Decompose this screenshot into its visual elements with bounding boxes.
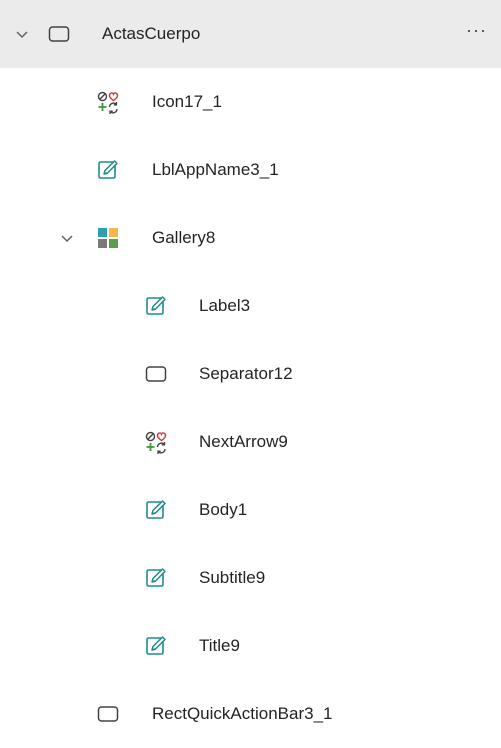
label-edit-icon	[98, 160, 118, 179]
tree-row-icon17-1[interactable]: Icon17_1	[0, 68, 501, 136]
tree-row-label: Body1	[199, 500, 248, 519]
tree-row-label: Separator12	[199, 364, 293, 383]
tree-row-lblappname3-1[interactable]: LblAppName3_1	[0, 136, 501, 204]
tree-row-title9[interactable]: Title9	[0, 612, 501, 680]
chevron-down-icon[interactable]	[15, 30, 29, 40]
label-edit-icon	[146, 296, 166, 315]
rectangle-icon	[97, 706, 119, 722]
label-edit-icon	[146, 636, 166, 655]
more-options-icon[interactable]: ···	[466, 20, 487, 41]
tree-row-label: LblAppName3_1	[152, 160, 279, 179]
tree-row-subtitle9[interactable]: Subtitle9	[0, 544, 501, 612]
tree-row-label: Title9	[199, 636, 240, 655]
tree-row-label: Gallery8	[152, 228, 216, 247]
tree-row-label: ActasCuerpo	[102, 24, 201, 43]
rectangle-icon	[145, 366, 167, 382]
tree-row-label: Label3	[199, 296, 251, 315]
tree-row-label3[interactable]: Label3	[0, 272, 501, 340]
tree-row-nextarrow9[interactable]: NextArrow9	[0, 408, 501, 476]
tree-view: ActasCuerpo ··· Icon17_1 LblAppName3_1 Gal…	[0, 0, 501, 742]
label-edit-icon	[146, 568, 166, 587]
tree-row-body1[interactable]: Body1	[0, 476, 501, 544]
icon-control-icon	[97, 91, 119, 114]
tree-row-rectquickactionbar3-1[interactable]: RectQuickActionBar3_1	[0, 680, 501, 748]
container-icon	[48, 26, 70, 42]
tree-row-label: Subtitle9	[199, 568, 266, 587]
tree-row-separator12[interactable]: Separator12	[0, 340, 501, 408]
tree-row-label: RectQuickActionBar3_1	[152, 704, 333, 723]
tree-row-actascuerpo[interactable]: ActasCuerpo ···	[0, 0, 501, 68]
tree-row-gallery8[interactable]: Gallery8	[0, 204, 501, 272]
gallery-icon	[98, 228, 118, 248]
icon-control-icon	[145, 431, 167, 454]
tree-row-label: NextArrow9	[199, 432, 288, 451]
label-edit-icon	[146, 500, 166, 519]
tree-row-label: Icon17_1	[152, 92, 222, 111]
chevron-down-icon[interactable]	[60, 234, 74, 244]
